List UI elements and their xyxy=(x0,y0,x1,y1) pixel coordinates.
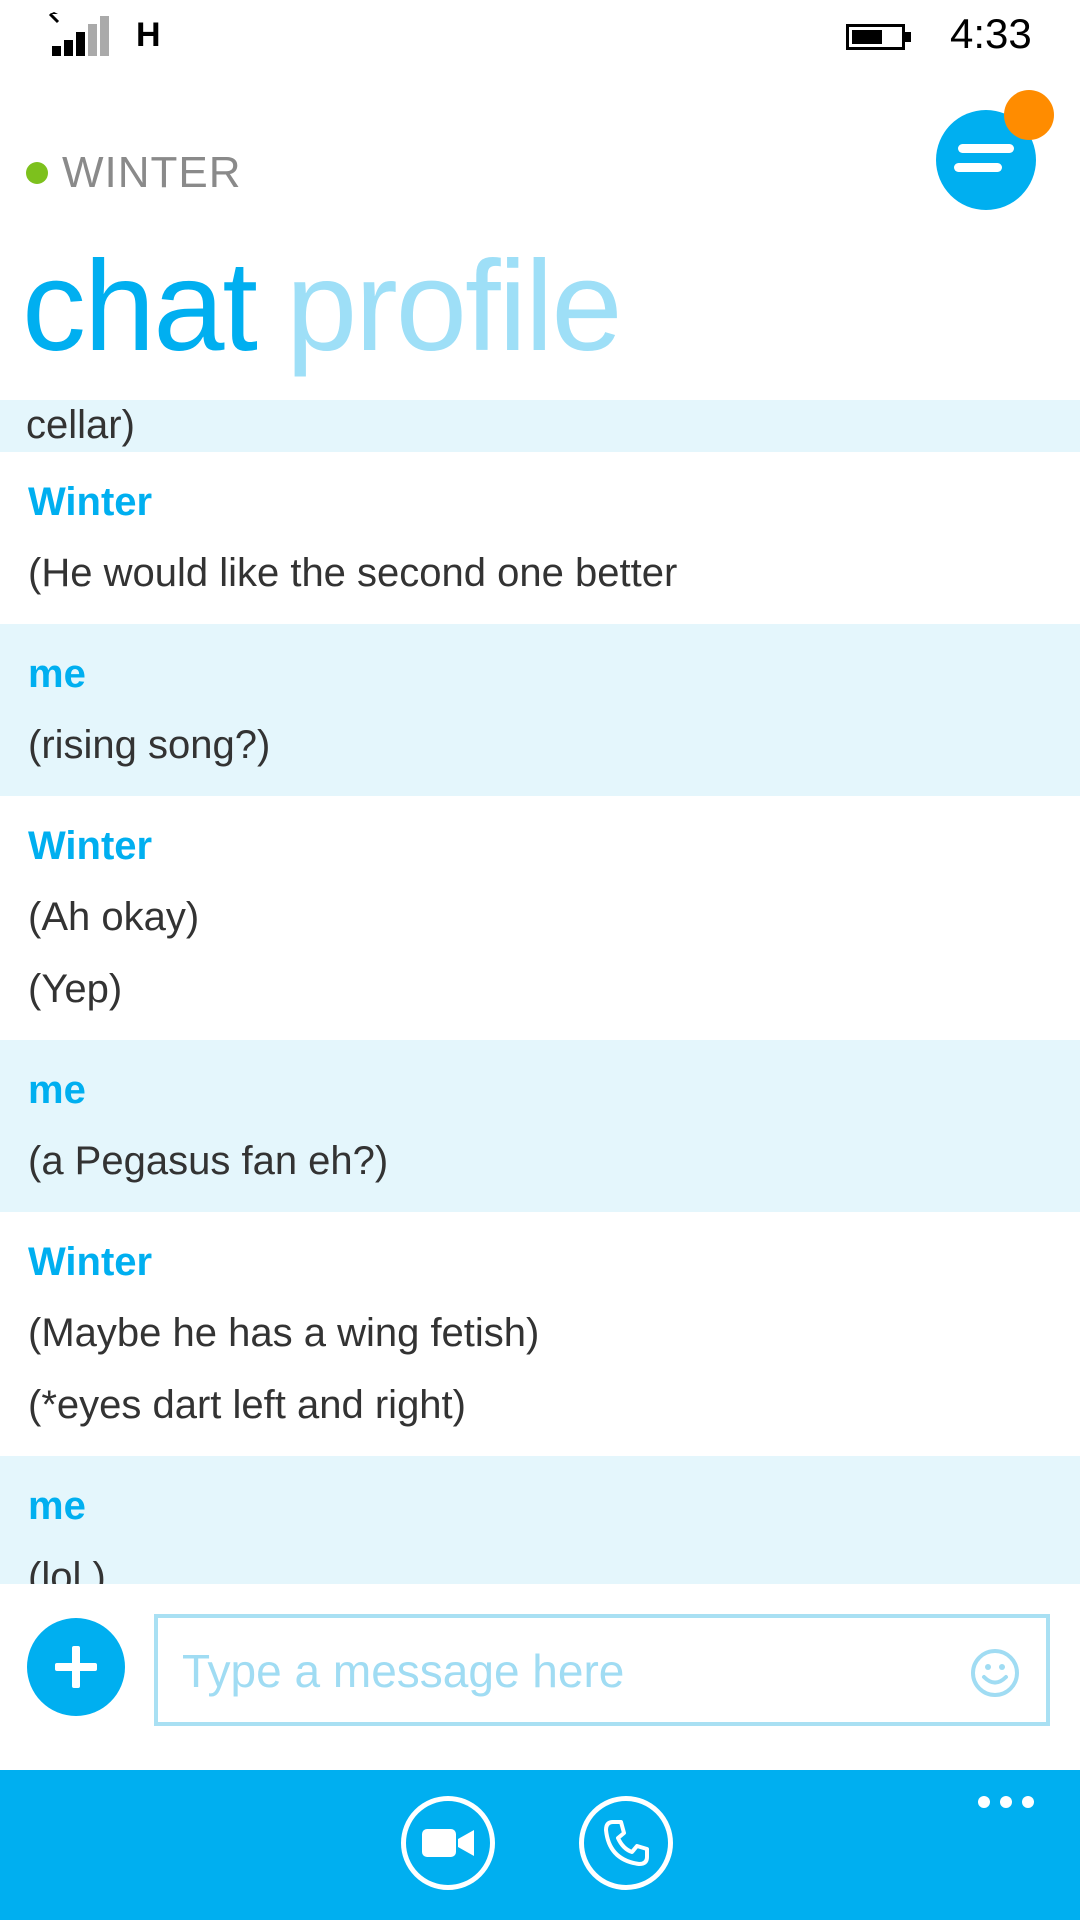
status-time: 4:33 xyxy=(950,10,1032,57)
signal-strength-icon xyxy=(48,12,109,56)
add-attachment-button[interactable] xyxy=(27,1618,125,1716)
message-group[interactable]: Winter (Maybe he has a wing fetish) (*eyes… xyxy=(0,1212,1080,1456)
message-text: (*eyes dart left and right) xyxy=(28,1383,466,1427)
video-camera-icon xyxy=(422,1829,474,1857)
voice-call-button[interactable] xyxy=(579,1796,673,1890)
message-list[interactable]: cellar) Winter (He would like the second o… xyxy=(0,400,1080,1584)
message-group[interactable]: Winter (He would like the second one bett… xyxy=(0,452,1080,624)
message-sender: me xyxy=(28,1068,86,1112)
network-type: H xyxy=(136,16,161,54)
emoticon-icon[interactable] xyxy=(970,1648,1020,1698)
message-sender: Winter xyxy=(28,824,153,868)
message-group[interactable]: cellar) xyxy=(0,400,1080,452)
message-text: (a Pegasus fan eh?) xyxy=(28,1139,389,1183)
status-bar: H 4:33 xyxy=(0,0,1080,72)
menu-line-icon xyxy=(954,163,1002,172)
message-sender: me xyxy=(28,1484,86,1528)
contact-name: WINTER xyxy=(62,148,242,197)
contact-header[interactable]: WINTER xyxy=(26,148,242,198)
message-sender: Winter xyxy=(28,480,153,524)
battery-icon xyxy=(846,24,911,50)
notification-badge xyxy=(1004,90,1054,140)
tab-profile[interactable]: profile xyxy=(286,235,623,378)
message-input[interactable] xyxy=(180,1632,944,1710)
video-call-button[interactable] xyxy=(401,1796,495,1890)
message-text: (lol ) xyxy=(28,1555,106,1584)
pivot-tabs: chat profile xyxy=(22,232,623,382)
message-group[interactable]: me (a Pegasus fan eh?) xyxy=(0,1040,1080,1212)
message-text: (Yep) xyxy=(28,967,123,1011)
message-text: (Maybe he has a wing fetish) xyxy=(28,1311,540,1355)
more-options-button[interactable] xyxy=(978,1796,1034,1808)
menu-line-icon xyxy=(958,144,1014,153)
message-text: cellar) xyxy=(26,403,135,447)
tab-chat[interactable]: chat xyxy=(22,235,258,378)
app-bar xyxy=(0,1770,1080,1920)
message-text: (rising song?) xyxy=(28,723,271,767)
phone-icon xyxy=(604,1820,649,1866)
message-sender: Winter xyxy=(28,1240,153,1284)
message-text: (He would like the second one better xyxy=(28,551,678,595)
message-group[interactable]: Winter (Ah okay) (Yep) xyxy=(0,796,1080,1040)
message-sender: me xyxy=(28,652,86,696)
more-dot-icon xyxy=(1000,1796,1012,1808)
message-text: (Ah okay) xyxy=(28,895,200,939)
message-group[interactable]: me (rising song?) xyxy=(0,624,1080,796)
more-dot-icon xyxy=(978,1796,990,1808)
presence-online-icon xyxy=(26,162,48,184)
message-input-box[interactable] xyxy=(154,1614,1050,1726)
plus-icon xyxy=(72,1646,80,1688)
more-dot-icon xyxy=(1022,1796,1034,1808)
message-group[interactable]: me (lol ) xyxy=(0,1456,1080,1584)
composer xyxy=(0,1584,1080,1770)
